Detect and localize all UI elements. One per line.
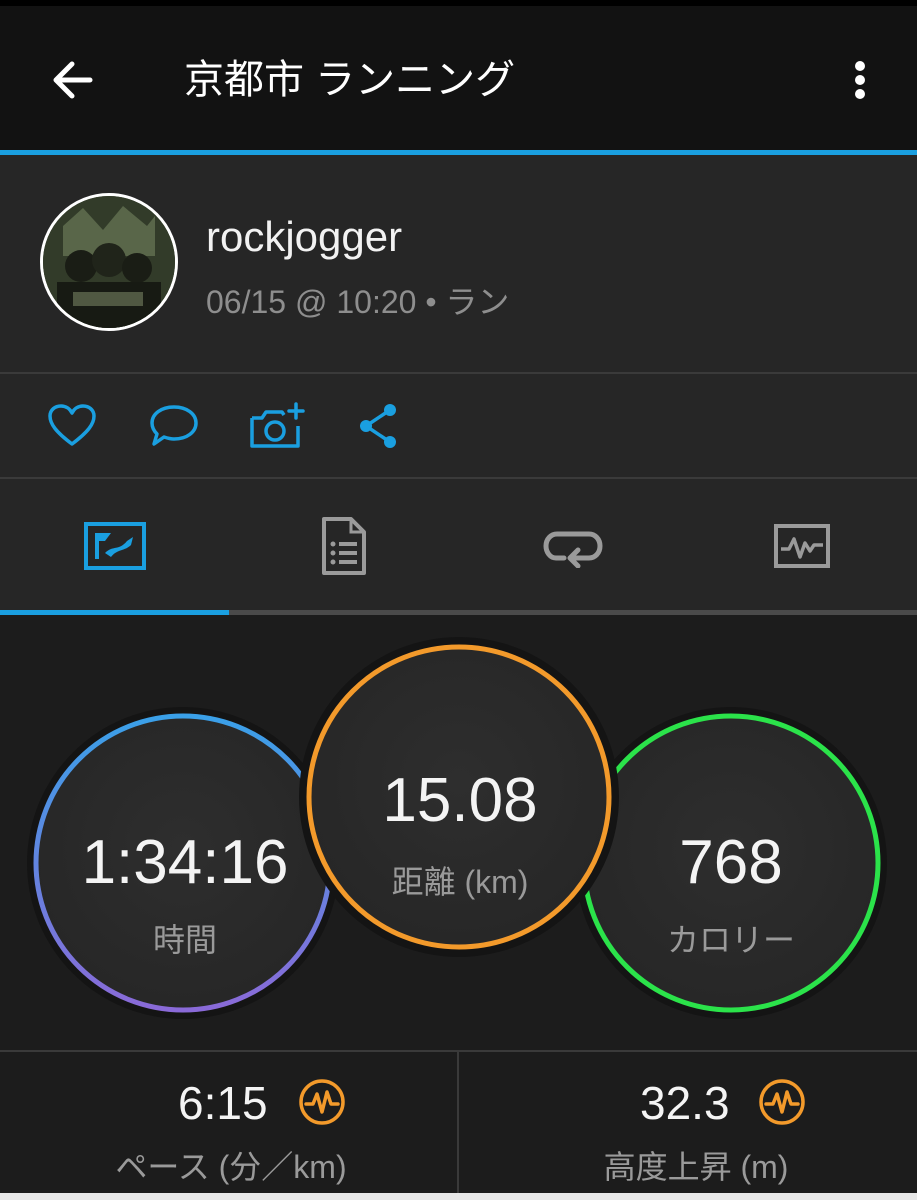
pace-insight-icon[interactable] [298, 1078, 346, 1126]
time-label: 時間 [152, 922, 217, 958]
status-bar [0, 0, 917, 6]
activity-date-type: 06/15 @ 10:20 • ラン [206, 284, 510, 320]
heart-icon [48, 404, 96, 446]
avatar[interactable] [40, 193, 178, 331]
back-arrow-icon [53, 61, 93, 99]
distance-label: 距離 (km) [391, 864, 529, 900]
distance-value: 15.08 [382, 766, 538, 835]
secondary-metrics: 6:15 ペース (分／km) 32.3 高度上昇 (m) [0, 1050, 917, 1197]
summary-stats: 1:34:16 時間 15.08 距離 (km) 768 カロリー [0, 615, 917, 1050]
username[interactable]: rockjogger [206, 213, 402, 261]
calories-stat-label: カロリー [586, 915, 876, 961]
time-stat-label: 時間 [40, 915, 330, 961]
add-photo-button[interactable] [248, 402, 306, 450]
time-stat: 1:34:16 [40, 827, 330, 898]
add-photo-icon [250, 402, 305, 448]
calories-value: 768 [679, 828, 783, 897]
time-value: 1:34:16 [81, 828, 289, 897]
tab-laps[interactable] [458, 479, 687, 613]
tab-charts[interactable] [687, 479, 916, 613]
calories-label: カロリー [666, 922, 795, 958]
metrics-separator [457, 1052, 459, 1197]
laps-loop-icon [542, 531, 603, 568]
elevation-label: 高度上昇 (m) [603, 1149, 789, 1185]
app-bar: 京都市 ランニング [0, 0, 917, 150]
page-title: 京都市 ランニング [184, 58, 516, 102]
tab-overview[interactable] [0, 479, 229, 613]
tab-details[interactable] [229, 479, 458, 613]
more-vert-icon [855, 61, 865, 99]
back-button[interactable] [44, 52, 100, 108]
avatar-image [43, 196, 175, 328]
pace-value: 6:15 [178, 1077, 268, 1129]
elevation-insight-icon[interactable] [758, 1078, 806, 1126]
share-icon [360, 404, 396, 448]
share-button[interactable] [354, 402, 406, 450]
comment-button[interactable] [148, 402, 200, 450]
more-options-button[interactable] [838, 52, 882, 108]
distance-stat: 15.08 [310, 765, 610, 836]
social-actions [0, 374, 917, 478]
like-button[interactable] [46, 402, 98, 450]
pace-label: ペース (分／km) [115, 1149, 347, 1185]
chart-monitor-icon [773, 524, 830, 568]
distance-stat-label: 距離 (km) [310, 857, 610, 903]
next-section-peek [0, 1193, 917, 1200]
activity-tabs [0, 479, 917, 613]
document-icon [321, 517, 366, 575]
calories-stat: 768 [586, 827, 876, 898]
activity-owner: rockjogger 06/15 @ 10:20 • ラン [0, 155, 917, 372]
elevation-value: 32.3 [640, 1077, 730, 1129]
map-overview-icon [83, 522, 146, 570]
comment-icon [150, 405, 198, 446]
